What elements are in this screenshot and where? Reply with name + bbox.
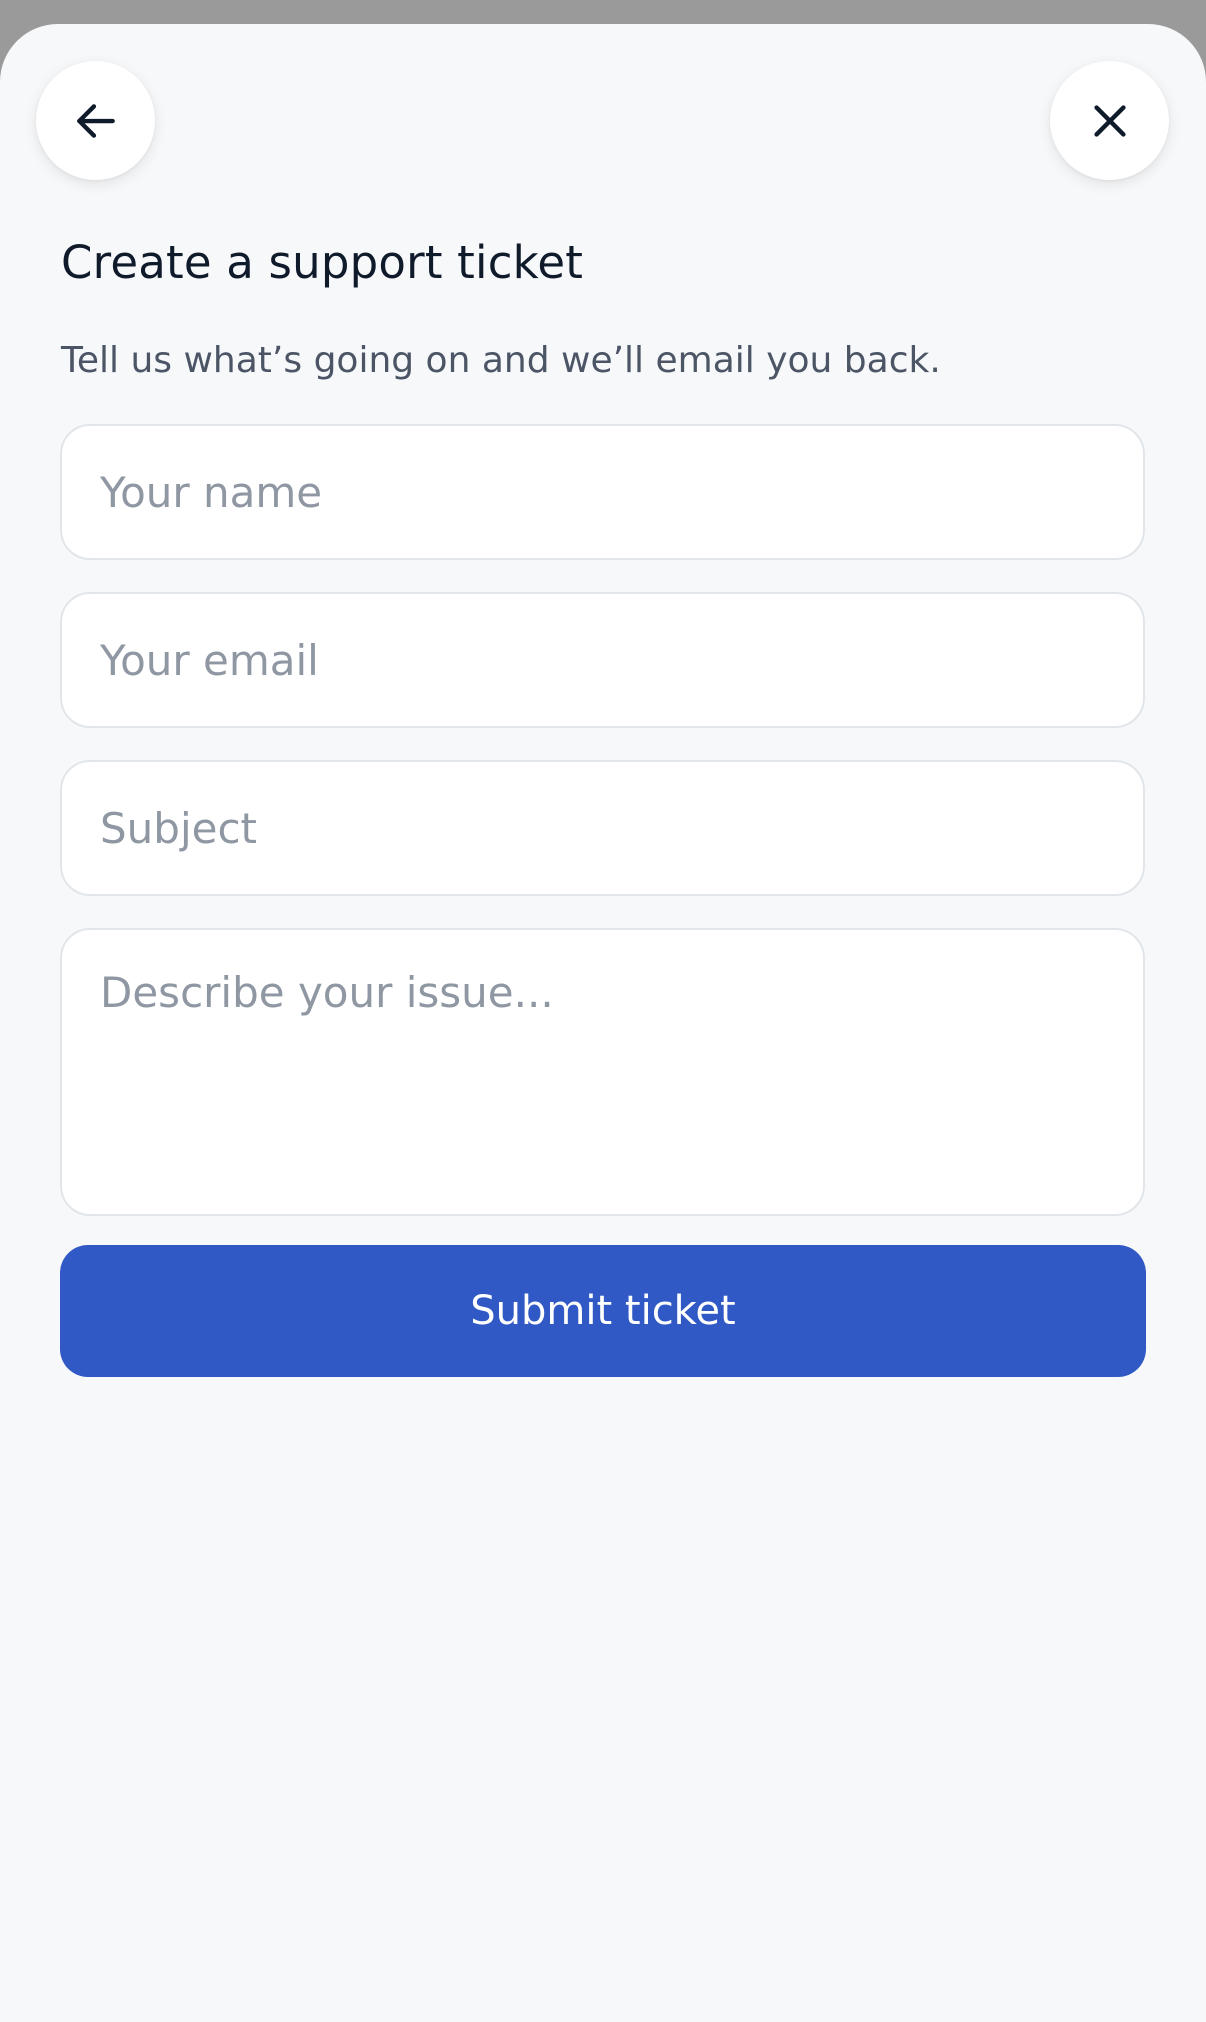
email-input[interactable]	[60, 592, 1145, 728]
name-input[interactable]	[60, 424, 1145, 560]
back-button[interactable]	[36, 61, 155, 180]
submit-ticket-button[interactable]: Submit ticket	[60, 1245, 1146, 1377]
arrow-left-icon	[71, 96, 121, 146]
close-button[interactable]	[1050, 61, 1169, 180]
description-textarea[interactable]	[60, 928, 1145, 1216]
support-ticket-sheet: Create a support ticket Tell us what’s g…	[0, 24, 1206, 2022]
subject-input[interactable]	[60, 760, 1145, 896]
page-title: Create a support ticket	[61, 236, 584, 289]
close-icon	[1087, 98, 1133, 144]
page-subtitle: Tell us what’s going on and we’ll email …	[61, 340, 941, 381]
